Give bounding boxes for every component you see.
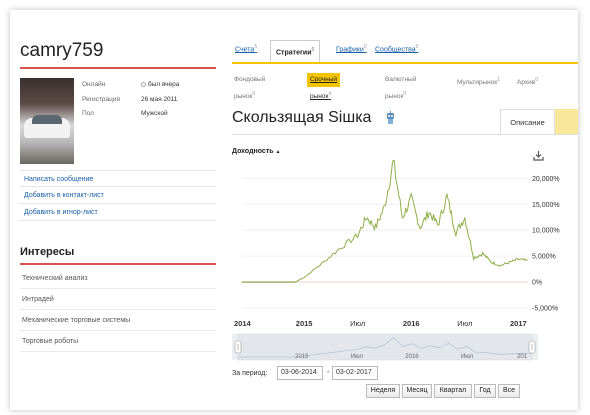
yield-chart: 20,000% 15,000% 10,000% 5,000% 0% -5,000% 2014… (232, 160, 560, 361)
date-from-input[interactable]: 03-06-2014 (277, 366, 323, 380)
profile-page: camry759 Онлайн был вчера Регистрация 26… (10, 10, 578, 410)
period-year-button[interactable]: Год (474, 384, 496, 398)
x-tick-label: 2016 (403, 319, 420, 328)
y-tick-label: -5,000% (532, 306, 558, 313)
interest-item: Торговые роботы (20, 331, 216, 352)
date-to-input[interactable]: 03-02-2017 (332, 366, 378, 380)
field-value-online: был вчера (141, 81, 179, 88)
username: camry759 (20, 40, 104, 61)
tab-next-stub[interactable] (555, 109, 578, 134)
yield-dropdown[interactable]: Доходность ▲ (232, 148, 280, 155)
field-value-gender: Мужской (141, 110, 168, 117)
x-tick-label: 2017 (510, 319, 527, 328)
navigator-tick-label: Июл (351, 354, 364, 360)
navigator-tick-label: 2015 (295, 354, 309, 360)
navigator-tick-label: Июл (461, 354, 474, 360)
subtab-stock-market[interactable]: Фондовый рынок0 (234, 73, 265, 100)
subtab-archive[interactable]: Архив0 (517, 73, 538, 87)
tab-accounts[interactable]: Счета5 (235, 40, 257, 62)
x-tick-label: 2015 (296, 319, 313, 328)
period-quarter-button[interactable]: Квартал (434, 384, 472, 398)
field-label-online: Онлайн (82, 81, 106, 88)
x-tick-label: 2014 (234, 319, 252, 328)
tab-strategies[interactable]: Стратегии5 (270, 40, 321, 62)
period-month-button[interactable]: Месяц (402, 384, 432, 398)
send-message-link[interactable]: Написать сообщение (20, 170, 216, 187)
navigator-tick-label: 2016 (405, 354, 419, 360)
field-value-registration: 26 мая 2011 (141, 96, 178, 103)
y-tick-label: 10,000% (532, 228, 560, 235)
interests-divider (20, 263, 216, 265)
interest-item: Механические торговые системы (20, 310, 216, 331)
date-range-dash: - (327, 369, 330, 376)
period-all-button[interactable]: Все (498, 384, 520, 398)
avatar-windshield (32, 115, 62, 124)
tab-description[interactable]: Описание (500, 109, 555, 134)
tabs-underline (232, 62, 578, 64)
subtab-futures-market[interactable]: Срочный рынок4 (307, 73, 341, 100)
strategy-title: Скользящая Sішка (232, 109, 372, 126)
tab-charts[interactable]: Графики0 (336, 40, 367, 62)
username-divider (20, 67, 216, 69)
x-tick-label: Июл (350, 319, 365, 328)
x-tick-label: Июл (457, 319, 472, 328)
navigator-window (237, 333, 533, 361)
subtab-multimarket[interactable]: Мультирынок1 (457, 73, 500, 87)
profile-actions: Написать сообщение Добавить в контакт-ли… (20, 170, 216, 221)
subtab-currency-market[interactable]: Валютный рынок0 (385, 73, 416, 100)
interest-item: Интрадей (20, 289, 216, 310)
date-range-label: За период: (232, 370, 268, 377)
tab-communities[interactable]: Сообщества0 (375, 40, 418, 62)
navigator-tick-label: 201 (517, 354, 528, 360)
field-label-gender: Пол (82, 110, 94, 117)
interests-list: Технический анализ Интрадей Механические… (20, 268, 216, 352)
y-tick-label: 0% (532, 280, 542, 287)
period-week-button[interactable]: Неделя (366, 384, 400, 398)
interests-title: Интересы (20, 246, 75, 258)
y-tick-label: 5,000% (532, 254, 556, 261)
robot-icon (387, 111, 394, 124)
add-to-contacts-link[interactable]: Добавить в контакт-лист (20, 187, 216, 204)
interest-item: Технический анализ (20, 268, 216, 289)
field-label-registration: Регистрация (82, 96, 120, 103)
avatar[interactable] (20, 78, 74, 164)
sort-arrow-icon: ▲ (275, 149, 281, 155)
y-tick-label: 15,000% (532, 202, 560, 209)
add-to-ignore-link[interactable]: Добавить в игнор-лист (20, 204, 216, 221)
online-status-icon (141, 81, 146, 87)
y-tick-label: 20,000% (532, 176, 560, 183)
description-tab-divider (232, 134, 578, 135)
